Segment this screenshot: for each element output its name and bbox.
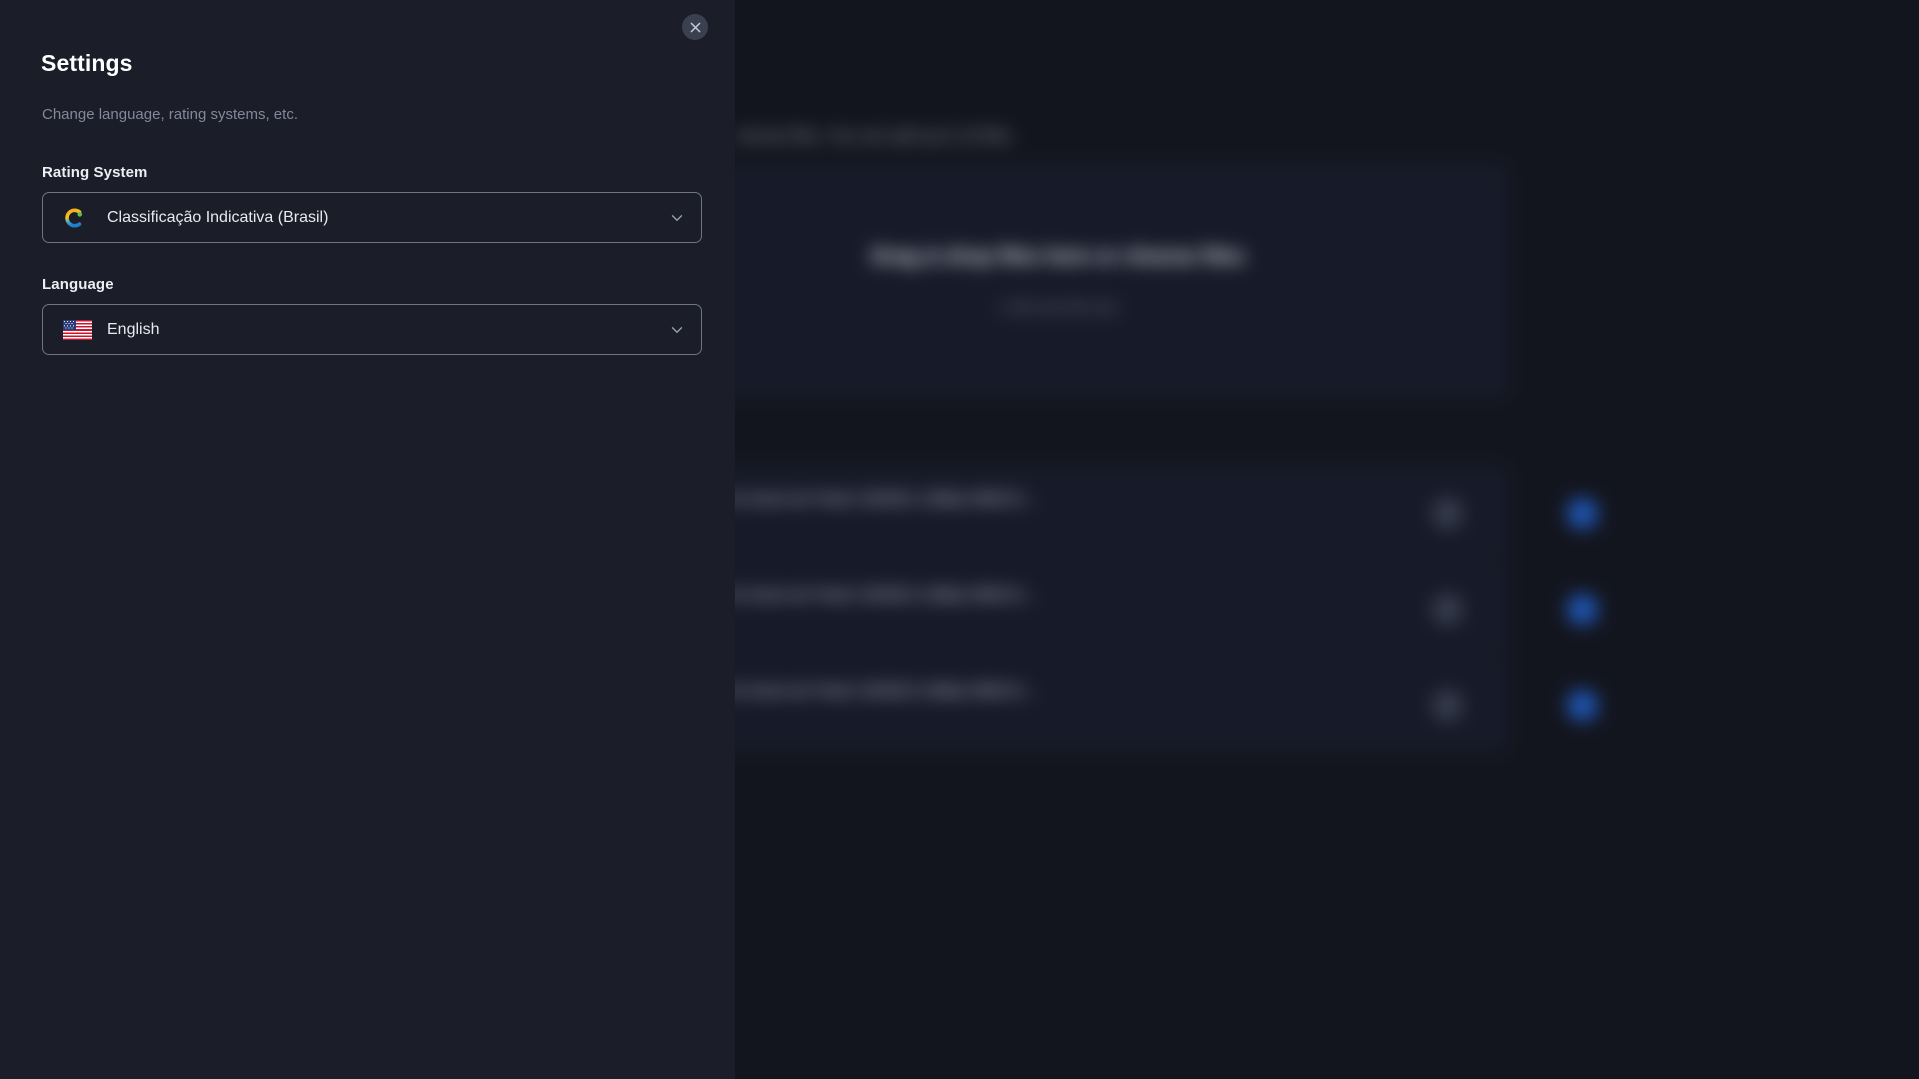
info-icon[interactable]	[1432, 690, 1463, 721]
download-icon[interactable]	[1567, 498, 1598, 529]
list-item[interactable]: Nao Pau Ante Os Anels de Poder S02E01 10…	[608, 465, 1598, 560]
language-select[interactable]: English	[42, 304, 702, 355]
rating-system-field: Rating System Classificação Indicativa (…	[42, 164, 702, 243]
info-icon[interactable]	[1432, 594, 1463, 625]
list-item[interactable]: Nao Pau Ante Os Anels de Poder S02E03 10…	[608, 657, 1598, 752]
classind-logo-icon	[63, 206, 93, 230]
page-title: Settings	[41, 50, 133, 76]
dropzone-title: Drag & drop files here or choose files	[871, 245, 1245, 268]
rating-system-value: Classificação Indicativa (Brasil)	[107, 208, 329, 226]
settings-panel: Settings Change language, rating systems…	[0, 0, 735, 1079]
rating-system-select[interactable]: Classificação Indicativa (Brasil)	[42, 192, 702, 243]
download-icon[interactable]	[1567, 690, 1598, 721]
dropzone-subtitle: 1 GB max file size	[997, 299, 1119, 316]
chevron-down-icon[interactable]	[668, 321, 686, 339]
file-dropzone[interactable]: Drag & drop files here or choose files 1…	[608, 163, 1508, 398]
rating-system-label: Rating System	[42, 164, 148, 181]
page-subtitle: Change language, rating systems, etc.	[42, 106, 298, 123]
background-subtitle: choose files. You can add up to 10 files	[735, 128, 1012, 145]
info-icon[interactable]	[1432, 498, 1463, 529]
language-value: English	[107, 320, 160, 338]
app-root: choose files. You can add up to 10 files…	[0, 0, 1919, 1079]
close-icon	[690, 22, 700, 32]
chevron-down-icon[interactable]	[668, 209, 686, 227]
close-button[interactable]	[682, 14, 708, 40]
list-item[interactable]: Nao Pau Ante Os Anels de Poder S02E02 10…	[608, 561, 1598, 656]
download-icon[interactable]	[1567, 594, 1598, 625]
background-content: choose files. You can add up to 10 files…	[600, 0, 1919, 1079]
language-field: Language English	[42, 276, 702, 355]
flag-us-icon	[63, 318, 93, 342]
file-list: Nao Pau Ante Os Anels de Poder S02E01 10…	[608, 465, 1598, 753]
language-label: Language	[42, 276, 114, 293]
